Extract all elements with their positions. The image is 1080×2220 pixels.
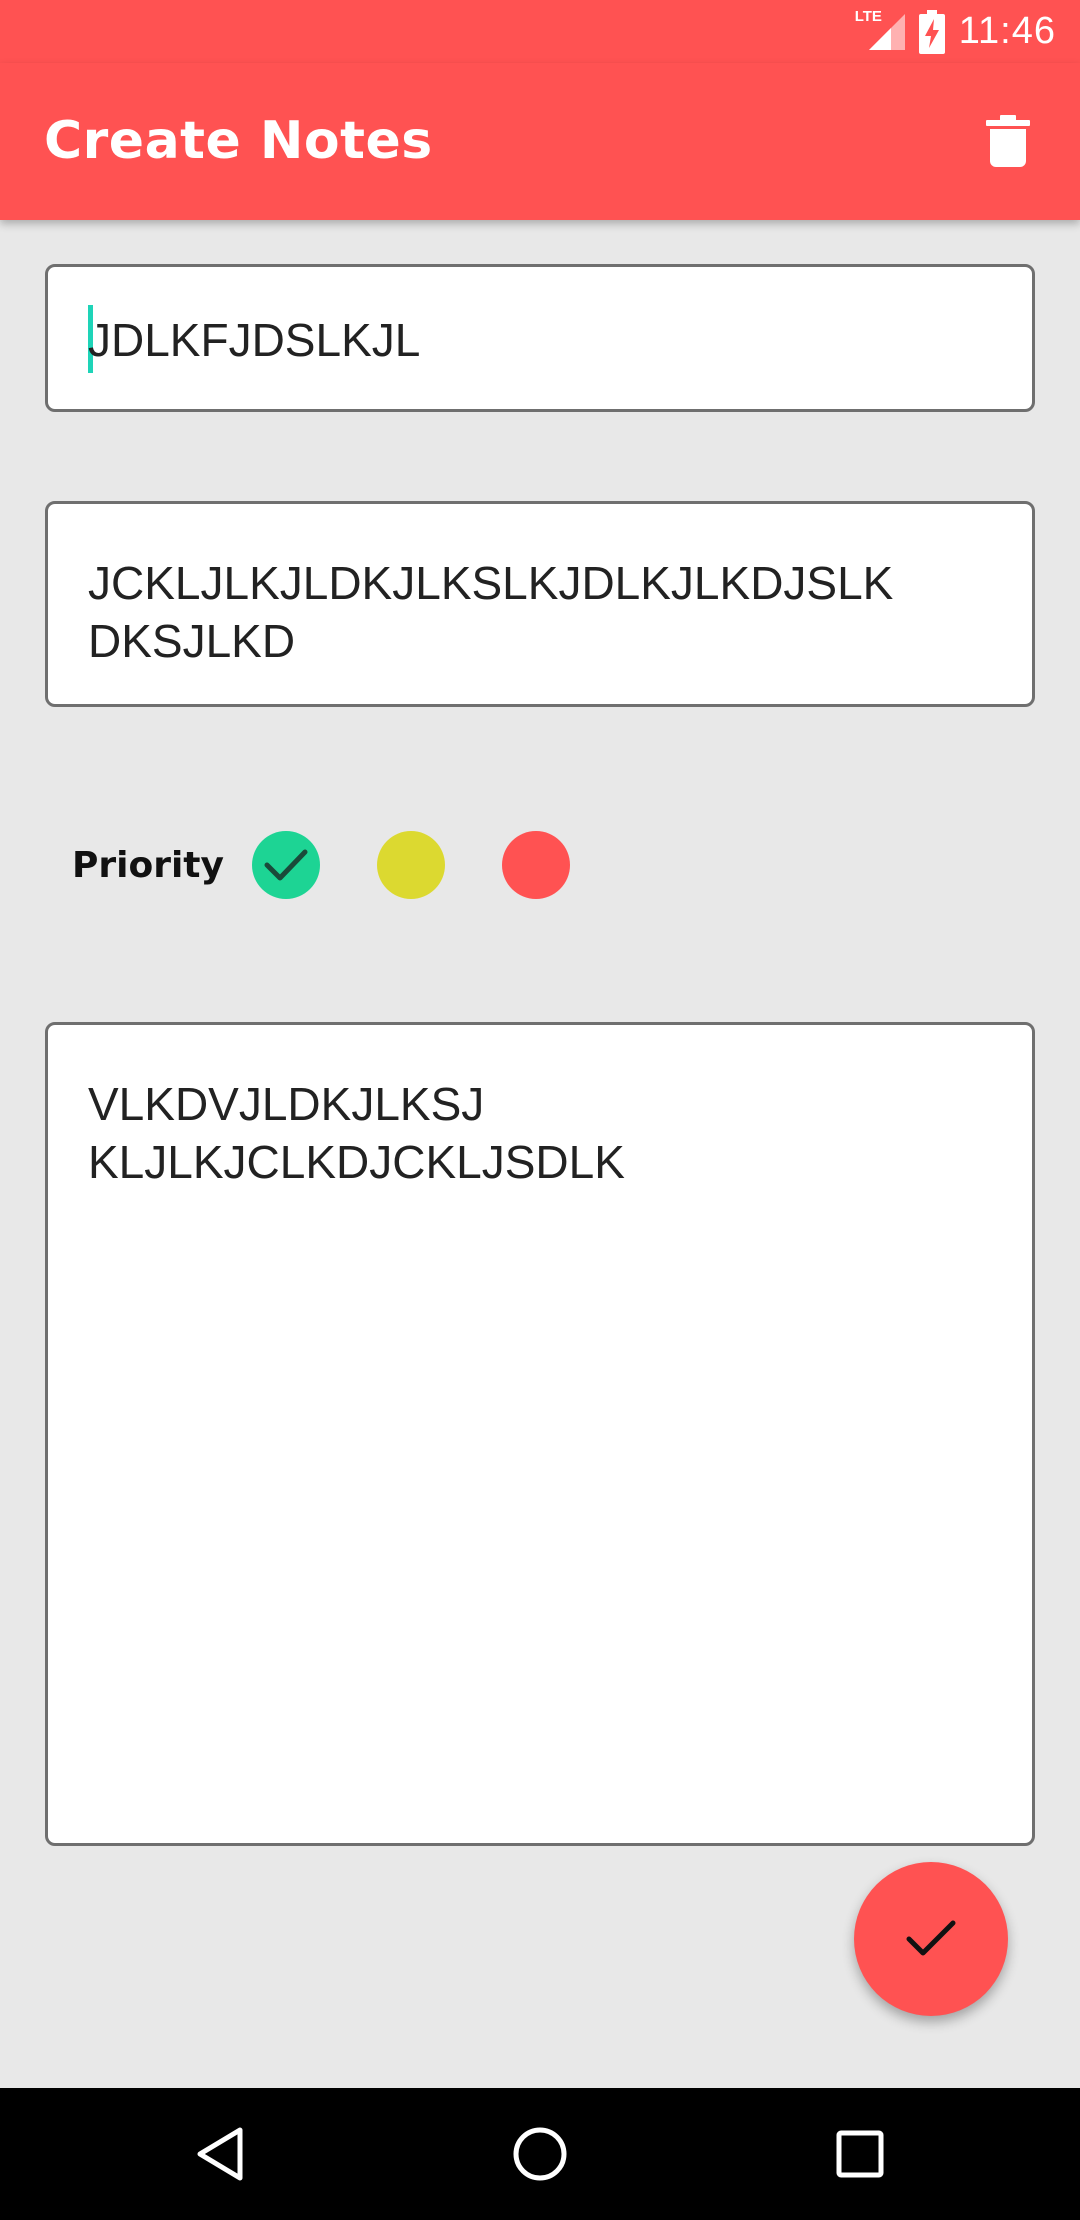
battery-charging-icon (918, 9, 945, 54)
note-body-value: VLKDVJLDKJLKSJ KLJLKJCLKDJCKLJSDLK (88, 1078, 625, 1188)
check-icon (906, 1920, 956, 1956)
page-title: Create Notes (44, 111, 433, 171)
recents-button[interactable] (820, 2114, 900, 2194)
note-title-value: JDLKFJDSLKJL (88, 314, 421, 366)
note-subtitle-value: JCKLJLKJLDKJLKSLKJDLKJLKDJSLK DKSJLKD (88, 557, 894, 667)
recents-icon (836, 2130, 884, 2178)
priority-option-yellow[interactable] (376, 831, 445, 899)
priority-label: Priority (72, 844, 224, 886)
priority-option-green[interactable] (251, 831, 320, 899)
note-subtitle-input[interactable]: JCKLJLKJLDKJLKSLKJDLKJLKDJSLK DKSJLKD (45, 501, 1035, 707)
check-icon (264, 849, 308, 881)
app-bar: Create Notes (0, 63, 1080, 220)
network-label: LTE (854, 7, 882, 25)
system-navigation-bar (0, 2088, 1080, 2220)
lte-signal-icon: LTE (855, 8, 905, 54)
priority-selector: Priority (72, 830, 627, 900)
home-button[interactable] (500, 2114, 580, 2194)
delete-button[interactable] (972, 105, 1044, 177)
priority-option-red[interactable] (501, 831, 570, 899)
save-note-button[interactable] (854, 1862, 1008, 2016)
status-time: 11:46 (958, 10, 1056, 52)
status-icons: LTE 11:46 (855, 0, 1056, 63)
back-button[interactable] (180, 2114, 260, 2194)
note-title-input[interactable]: JDLKFJDSLKJL (45, 264, 1035, 412)
back-icon (197, 2127, 243, 2181)
status-bar: LTE 11:46 (0, 0, 1080, 63)
note-body-input[interactable]: VLKDVJLDKJLKSJ KLJLKJCLKDJCKLJSDLK (45, 1022, 1035, 1846)
home-icon (513, 2127, 567, 2181)
delete-icon (986, 115, 1030, 167)
